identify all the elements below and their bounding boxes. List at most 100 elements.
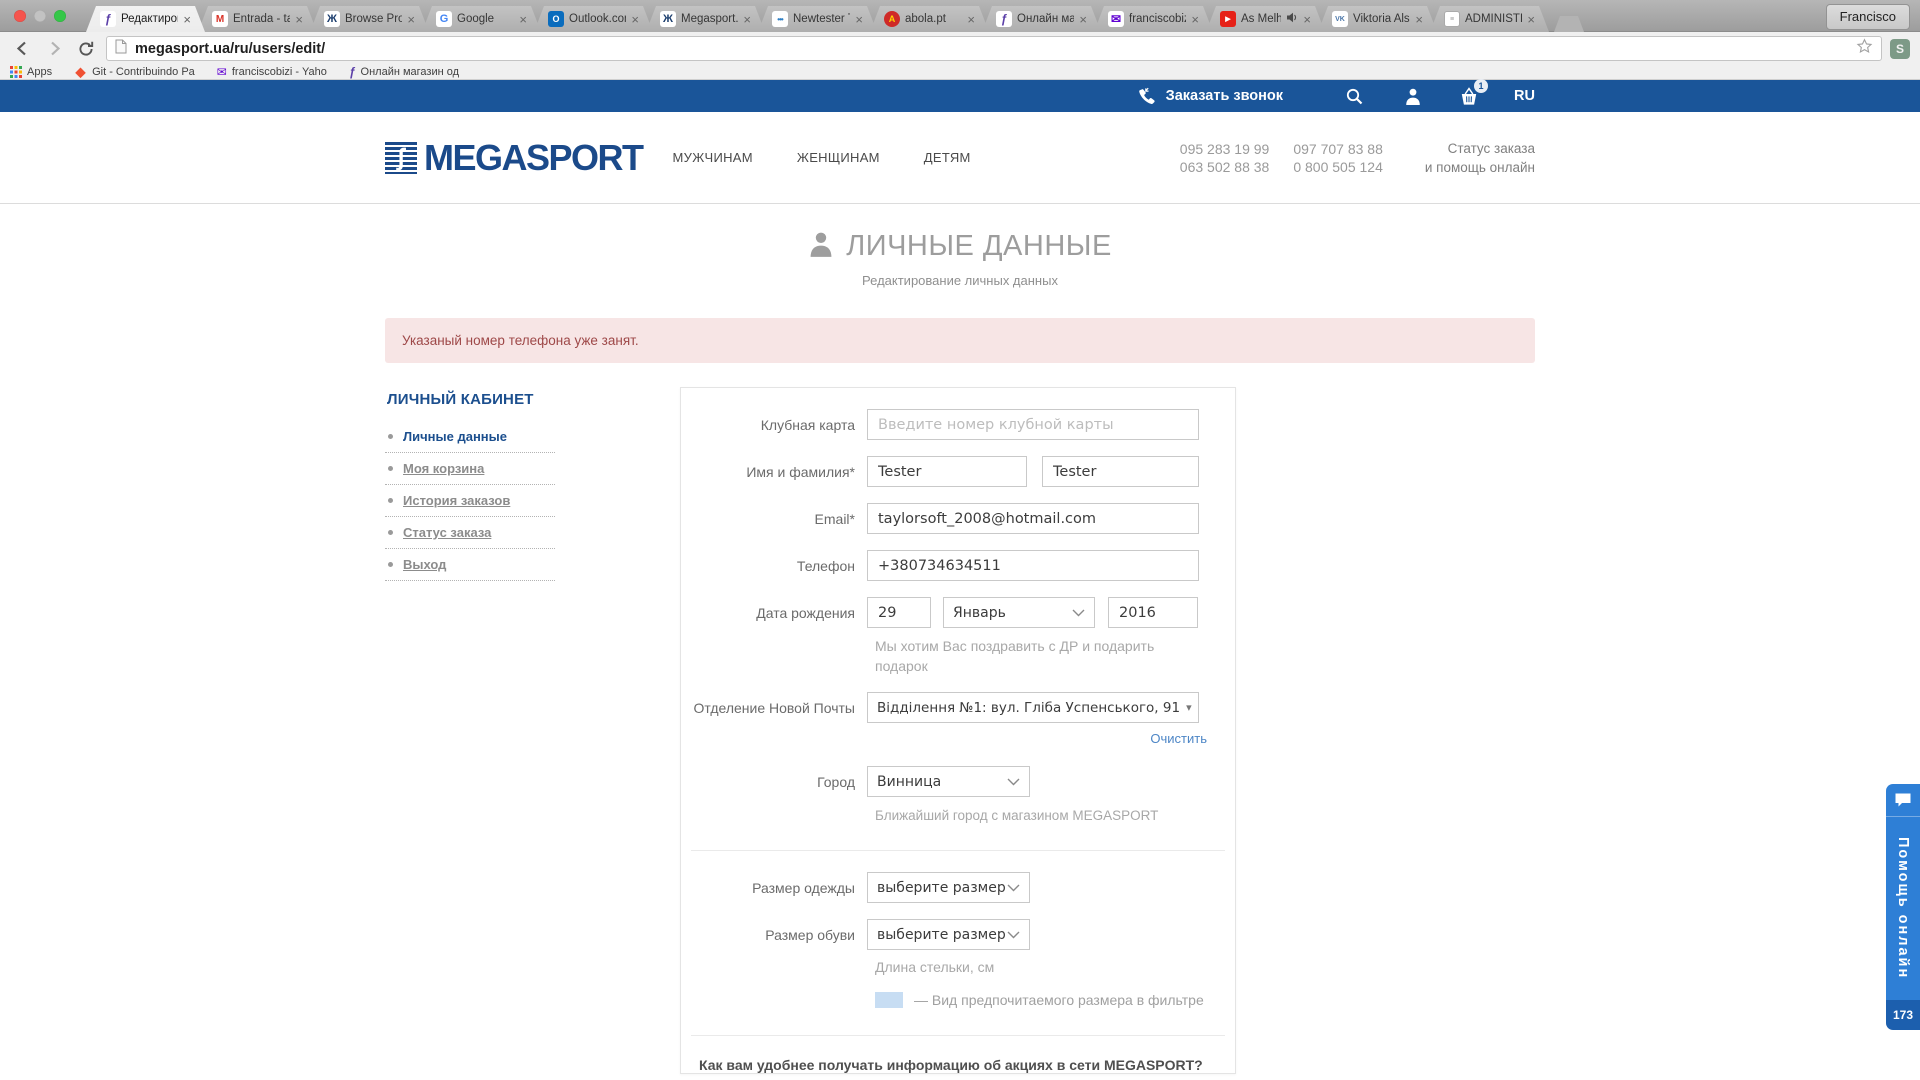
last-name-input[interactable]	[1042, 456, 1199, 487]
tab-close-icon[interactable]: ×	[407, 13, 415, 26]
tab-close-icon[interactable]: ×	[631, 13, 639, 26]
browser-tab[interactable]: Ж Browse Projects ×	[310, 6, 429, 32]
nav-kids[interactable]: ДЕТЯМ	[924, 150, 971, 165]
name-label: Имя и фамилия*	[681, 464, 867, 480]
envelope-icon: ✉	[217, 65, 227, 79]
order-status-link[interactable]: Статус заказа и помощь онлайн	[1425, 139, 1535, 177]
browser-tab[interactable]: VK Viktoria Alshari ×	[1318, 6, 1437, 32]
nova-poshta-select[interactable]: Відділення №1: вул. Гліба Успенського, 9…	[867, 692, 1199, 723]
browser-tab[interactable]: M Entrada - taylor ×	[198, 6, 317, 32]
abola-favicon: A	[884, 11, 900, 27]
bookmark-git[interactable]: Git - Contribuindo Pa	[74, 66, 195, 79]
megasport-logo[interactable]: ∫ MEGASPORT	[385, 137, 643, 179]
bookmark-star-icon[interactable]	[1856, 38, 1873, 60]
nav-men[interactable]: МУЖЧИНАМ	[673, 150, 753, 165]
first-name-input[interactable]	[867, 456, 1027, 487]
dots-favicon: •••	[772, 11, 788, 27]
main-nav: МУЖЧИНАМ ЖЕНЩИНАМ ДЕТЯМ	[673, 150, 971, 165]
email-input[interactable]	[867, 503, 1199, 534]
yahoo-mail-favicon: ✉	[1108, 11, 1124, 27]
tab-close-icon[interactable]: ×	[1415, 13, 1423, 26]
birth-year-input[interactable]	[1108, 597, 1198, 628]
back-button[interactable]	[10, 37, 34, 61]
sidebar-item-personal-data[interactable]: Личные данные	[385, 421, 555, 453]
chevron-down-icon	[1072, 609, 1085, 617]
browser-tab[interactable]: Ж Megasport.ua - ×	[646, 6, 765, 32]
new-tab-button[interactable]	[1554, 16, 1584, 32]
tab-close-icon[interactable]: ×	[519, 13, 527, 26]
chevron-down-icon	[1007, 884, 1020, 892]
browser-tab[interactable]: ƒ Редактировани ×	[86, 6, 205, 32]
sidebar-item-my-cart[interactable]: Моя корзина	[385, 453, 555, 485]
account-icon[interactable]	[1404, 87, 1422, 106]
tab-close-icon[interactable]: ×	[855, 13, 863, 26]
minimize-window-button[interactable]	[34, 10, 46, 22]
outlook-favicon: O	[548, 11, 564, 27]
forward-button[interactable]	[42, 37, 66, 61]
address-bar[interactable]: megasport.ua/ru/users/edit/	[106, 36, 1882, 61]
birth-day-input[interactable]	[867, 597, 931, 628]
chat-bubble-icon[interactable]	[1886, 784, 1920, 817]
chevron-down-icon	[1007, 931, 1020, 939]
tab-close-icon[interactable]: ×	[1303, 13, 1311, 26]
city-label: Город	[681, 774, 867, 790]
club-card-input[interactable]	[867, 409, 1199, 440]
help-tab[interactable]: Помощь онлайн	[1886, 817, 1920, 1000]
city-select[interactable]: Винница	[867, 766, 1030, 797]
clothing-size-select[interactable]: выберите размер	[867, 872, 1030, 903]
bookmark-yahoo-mail[interactable]: ✉ franciscobizi - Yaho	[217, 65, 327, 79]
shoe-size-label: Размер обуви	[681, 927, 867, 943]
birth-month-select[interactable]: Январь	[943, 597, 1095, 628]
tab-close-icon[interactable]: ×	[295, 13, 303, 26]
clothing-size-label: Размер одежды	[681, 880, 867, 896]
browser-tab[interactable]: ƒ Онлайн магази ×	[982, 6, 1101, 32]
bullet-icon	[388, 466, 393, 471]
tab-close-icon[interactable]: ×	[967, 13, 975, 26]
search-icon[interactable]	[1345, 87, 1364, 106]
sidebar-item-order-history[interactable]: История заказов	[385, 485, 555, 517]
cart-icon[interactable]: 1	[1458, 86, 1480, 106]
git-icon	[74, 66, 87, 79]
nav-women[interactable]: ЖЕНЩИНАМ	[797, 150, 880, 165]
tab-close-icon[interactable]: ×	[1191, 13, 1199, 26]
browser-tab[interactable]: A abola.pt ×	[870, 6, 989, 32]
browser-tab[interactable]: ≡ ADMINISTRACA ×	[1430, 6, 1549, 32]
clear-link[interactable]: Очистить	[1150, 731, 1207, 746]
tab-strip: ƒ Редактировани × M Entrada - taylor × Ж…	[86, 6, 1584, 32]
chevron-down-icon	[1007, 778, 1020, 786]
tab-close-icon[interactable]: ×	[1079, 13, 1087, 26]
birthday-hint: Мы хотим Вас поздравить с ДР и подарить …	[875, 636, 1210, 676]
zoom-window-button[interactable]	[54, 10, 66, 22]
sidebar-item-logout[interactable]: Выход	[385, 549, 555, 581]
legend-color-swatch	[875, 992, 903, 1008]
tab-close-icon[interactable]: ×	[183, 13, 191, 26]
youtube-favicon: ▶	[1220, 11, 1236, 27]
order-call-button[interactable]: Заказать звонок	[1136, 86, 1283, 106]
browser-tab[interactable]: ••• Newtester Test ×	[758, 6, 877, 32]
jira-favicon: Ж	[660, 11, 676, 27]
close-window-button[interactable]	[14, 10, 26, 22]
bullet-icon	[388, 530, 393, 535]
browser-tab[interactable]: O Outlook.com - t ×	[534, 6, 653, 32]
url-text[interactable]: megasport.ua/ru/users/edit/	[135, 41, 1848, 57]
megasport-logo-icon: ∫	[385, 142, 417, 174]
account-sidebar: ЛИЧНЫЙ КАБИНЕТ Личные данные Моя корзина…	[385, 387, 555, 581]
bookmark-apps[interactable]: Apps	[10, 66, 52, 78]
browser-tab[interactable]: G Google ×	[422, 6, 541, 32]
browser-tab[interactable]: ▶ As Melhores ×	[1206, 6, 1325, 32]
online-help-widget[interactable]: Помощь онлайн 173	[1886, 784, 1920, 1030]
shoe-size-select[interactable]: выберите размер	[867, 919, 1030, 950]
browser-tab[interactable]: ✉ franciscobizi - ×	[1094, 6, 1213, 32]
sidebar-item-order-status[interactable]: Статус заказа	[385, 517, 555, 549]
phone-input[interactable]	[867, 550, 1199, 581]
browser-profile-button[interactable]: Francisco	[1826, 4, 1910, 30]
tab-close-icon[interactable]: ×	[743, 13, 751, 26]
bookmark-online-store[interactable]: ƒ Онлайн магазин од	[349, 65, 459, 79]
language-switcher[interactable]: RU	[1514, 88, 1535, 104]
tab-close-icon[interactable]: ×	[1527, 13, 1535, 26]
site-page: Заказать звонок 1 RU ∫ MEGASPORT МУЖЧИНА…	[0, 80, 1920, 1074]
extension-icon[interactable]: S	[1890, 39, 1910, 59]
cart-count-badge: 1	[1474, 79, 1488, 93]
insole-hint: Длина стельки, см	[875, 957, 1210, 977]
reload-button[interactable]	[74, 37, 98, 61]
